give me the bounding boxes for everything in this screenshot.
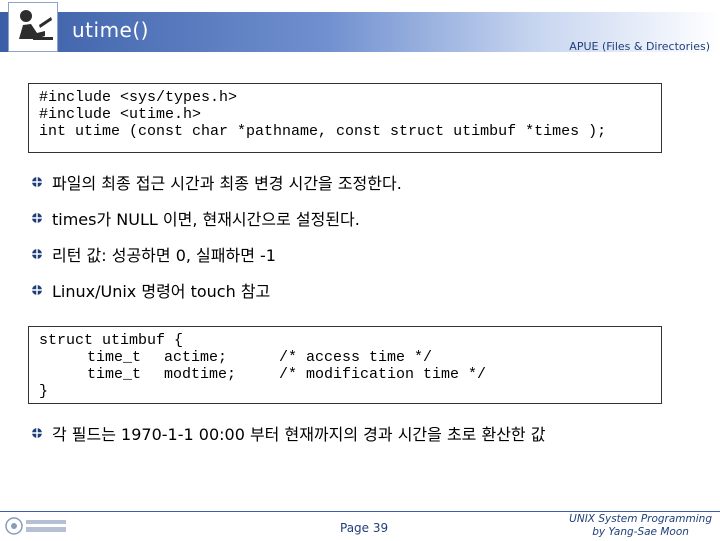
bullet-icon — [32, 177, 42, 187]
footer-divider — [0, 511, 720, 512]
bullet-item: times가 NULL 이면, 현재시간으로 설정된다. — [30, 206, 360, 230]
footer-course: UNIX System Programming by Yang-Sae Moon — [569, 513, 712, 539]
bullet-item: 각 필드는 1970-1-1 00:00 부터 현재까지의 경과 시간을 초로 … — [30, 421, 545, 445]
person-at-desk-icon — [8, 2, 58, 52]
university-logo-icon — [4, 515, 70, 537]
bullet-text: times가 NULL 이면, 현재시간으로 설정된다. — [52, 210, 360, 229]
code-line: struct utimbuf { — [39, 332, 661, 349]
code-line: int utime (const char *pathname, const s… — [39, 123, 607, 140]
code-field: modtime; — [164, 366, 237, 383]
code-line: time_t modtime; /* modification time */ — [39, 366, 661, 383]
code-text: struct utimbuf { — [39, 332, 184, 349]
code-type: time_t — [87, 349, 142, 366]
code-block-struct: struct utimbuf { time_t actime; /* acces… — [28, 326, 662, 404]
code-comment: /* access time */ — [279, 349, 433, 366]
course-title: UNIX System Programming — [569, 513, 712, 525]
bullet-item: 리턴 값: 성공하면 0, 실패하면 -1 — [30, 242, 276, 266]
bullet-icon — [32, 249, 42, 259]
code-line: #include <utime.h> — [39, 106, 202, 123]
bullet-text: Linux/Unix 명령어 touch 참고 — [52, 282, 271, 301]
code-field: actime; — [164, 349, 228, 366]
bullet-icon — [32, 428, 42, 438]
code-line: } — [39, 383, 661, 400]
code-line: time_t actime; /* access time */ — [39, 349, 661, 366]
bullet-text: 각 필드는 1970-1-1 00:00 부터 현재까지의 경과 시간을 초로 … — [52, 425, 546, 444]
bullet-text: 파일의 최종 접근 시간과 최종 변경 시간을 조정한다. — [52, 174, 402, 193]
bullet-text: 리턴 값: 성공하면 0, 실패하면 -1 — [52, 246, 276, 265]
slide-subtitle: APUE (Files & Directories) — [569, 40, 710, 53]
code-type: time_t — [87, 366, 142, 383]
bullet-icon — [32, 285, 42, 295]
code-block-prototype: #include <sys/types.h> #include <utime.h… — [28, 83, 662, 153]
slide-title: utime() — [72, 18, 149, 42]
bullet-item: 파일의 최종 접근 시간과 최종 변경 시간을 조정한다. — [30, 170, 402, 194]
code-comment: /* modification time */ — [279, 366, 487, 383]
course-author: by Yang-Sae Moon — [592, 526, 689, 538]
page-number: Page 39 — [340, 521, 389, 535]
bullet-item: Linux/Unix 명령어 touch 참고 — [30, 278, 270, 302]
code-text: } — [39, 383, 49, 400]
bullet-icon — [32, 213, 42, 223]
code-line: #include <sys/types.h> — [39, 89, 238, 106]
